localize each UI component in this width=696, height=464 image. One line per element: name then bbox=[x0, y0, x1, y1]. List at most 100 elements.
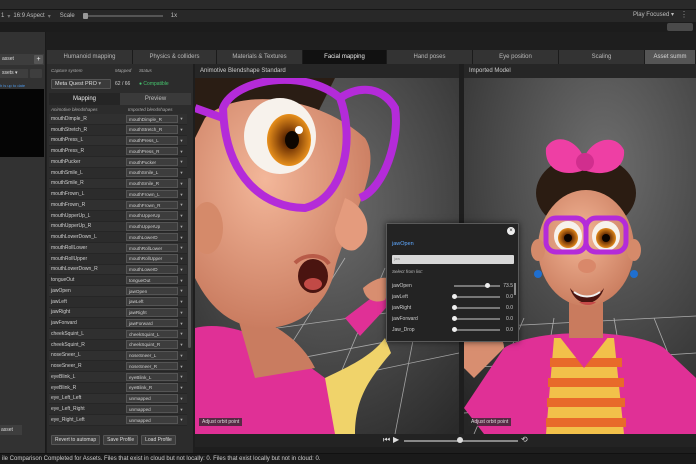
blendshape-select[interactable]: mouthPucker bbox=[126, 157, 178, 167]
chevron-down-icon[interactable]: ▼ bbox=[178, 331, 185, 336]
chevron-down-icon[interactable]: ▼ bbox=[178, 299, 185, 304]
blendshape-select[interactable]: mouthPress_L bbox=[126, 136, 178, 145]
blendshape-select[interactable]: jawOpen bbox=[126, 286, 178, 296]
close-icon[interactable]: × bbox=[507, 227, 515, 235]
chevron-down-icon[interactable]: ▼ bbox=[178, 288, 185, 293]
list-item[interactable]: jawLeft 0.0 bbox=[392, 291, 516, 302]
list-item[interactable]: jawForward 0.0 bbox=[392, 313, 516, 324]
chevron-down-icon[interactable]: ▼ bbox=[178, 364, 185, 369]
blendshape-select[interactable]: cheekSquint_R bbox=[126, 340, 178, 349]
blendshape-select[interactable]: mouthRollLower bbox=[126, 243, 178, 253]
tab-hand-poses[interactable]: Hand poses bbox=[387, 50, 473, 64]
play-icon[interactable]: ▶ bbox=[393, 435, 399, 444]
left-orbit-note[interactable]: Adjust orbit point bbox=[199, 418, 243, 426]
chevron-down-icon[interactable]: ▼ bbox=[178, 170, 185, 175]
chevron-down-icon[interactable]: ▼ bbox=[178, 417, 185, 422]
blendshape-select[interactable]: jawLeft bbox=[126, 297, 178, 306]
weight-slider[interactable] bbox=[451, 304, 500, 310]
tab-asset-summary[interactable]: Asset summ bbox=[645, 50, 696, 64]
loop-icon[interactable]: ⟲ bbox=[521, 435, 528, 444]
more-icon[interactable]: ⋮ bbox=[680, 10, 688, 19]
chevron-down-icon[interactable]: ▼ bbox=[178, 385, 185, 390]
chevron-down-icon[interactable]: ▼ bbox=[178, 192, 185, 197]
timeline-handle[interactable] bbox=[457, 437, 463, 443]
chevron-down-icon[interactable]: ▼ bbox=[178, 224, 185, 229]
display-select[interactable]: 1 bbox=[1, 13, 4, 19]
tab-scaling[interactable]: Scaling bbox=[559, 50, 645, 64]
assets-dropdown[interactable]: ssets ▾ bbox=[0, 69, 28, 78]
dialog-scrollbar[interactable] bbox=[514, 283, 516, 295]
chevron-down-icon[interactable]: ▼ bbox=[178, 202, 185, 207]
blendshape-select[interactable]: unmapped bbox=[126, 415, 178, 425]
weight-slider[interactable] bbox=[454, 282, 500, 288]
capture-system-select[interactable]: Meta Quest PRO ▾ bbox=[51, 79, 111, 89]
blendshape-select[interactable]: mouthDimple_R bbox=[126, 114, 178, 124]
blendshape-select[interactable]: eyeBlink_R bbox=[126, 383, 178, 392]
blendshape-select[interactable]: mouthFrown_L bbox=[126, 189, 178, 199]
blendshape-select[interactable]: jawForward bbox=[126, 318, 178, 328]
bottom-asset-button[interactable]: asset bbox=[0, 425, 22, 435]
chevron-down-icon[interactable]: ▼ bbox=[178, 342, 185, 347]
blendshape-select[interactable]: mouthPress_R bbox=[126, 146, 178, 156]
blendshape-select[interactable]: noseSneer_R bbox=[126, 361, 178, 371]
tab-eye-position[interactable]: Eye position bbox=[473, 50, 559, 64]
weight-slider[interactable] bbox=[451, 293, 500, 299]
settings-badge[interactable] bbox=[667, 23, 693, 31]
list-scrollbar[interactable] bbox=[188, 178, 191, 348]
tab-preview[interactable]: Preview bbox=[120, 93, 191, 105]
chevron-down-icon[interactable]: ▼ bbox=[178, 353, 185, 358]
chevron-down-icon[interactable]: ▼ bbox=[178, 407, 185, 412]
blendshape-select[interactable]: mouthLowerD bbox=[126, 265, 178, 274]
load-profile-button[interactable]: Load Profile bbox=[141, 435, 176, 445]
blendshape-search-input[interactable]: jaw bbox=[392, 255, 514, 264]
weight-slider[interactable] bbox=[451, 315, 500, 321]
chevron-down-icon[interactable]: ▼ bbox=[178, 267, 185, 272]
tab-materials-textures[interactable]: Materials & Textures bbox=[217, 50, 303, 64]
list-item[interactable]: jawOpen 73.5 bbox=[392, 280, 516, 291]
chevron-down-icon[interactable]: ▼ bbox=[178, 149, 185, 154]
blendshape-select[interactable]: mouthRollUpper bbox=[126, 254, 178, 263]
play-focused-select[interactable]: Play Focused ▾ bbox=[633, 11, 674, 18]
blendshape-select[interactable]: mouthLowerD bbox=[126, 232, 178, 242]
blendshape-select[interactable]: mouthFrown_R bbox=[126, 200, 178, 210]
chevron-down-icon[interactable]: ▼ bbox=[178, 159, 185, 164]
chevron-down-icon[interactable]: ▼ bbox=[178, 116, 185, 121]
slider-handle[interactable] bbox=[485, 282, 491, 288]
chevron-down-icon[interactable]: ▼ bbox=[178, 256, 185, 261]
aspect-select[interactable]: 16:9 Aspect bbox=[13, 13, 44, 19]
blendshape-select[interactable]: mouthUpperUp bbox=[126, 211, 178, 220]
slider-handle[interactable] bbox=[451, 315, 457, 321]
blendshape-select[interactable]: mouthSmile_R bbox=[126, 179, 178, 188]
blendshape-select[interactable]: tongueOut bbox=[126, 275, 178, 285]
save-profile-button[interactable]: Save Profile bbox=[103, 435, 139, 445]
slider-handle[interactable] bbox=[451, 304, 457, 310]
chevron-down-icon[interactable]: ▼ bbox=[178, 321, 185, 326]
chevron-down-icon[interactable]: ▼ bbox=[178, 181, 185, 186]
chevron-down-icon[interactable]: ▼ bbox=[178, 310, 185, 315]
blendshape-select[interactable]: noseSneer_L bbox=[126, 351, 178, 360]
slider-handle[interactable] bbox=[451, 293, 457, 299]
right-orbit-note[interactable]: Adjust orbit point bbox=[468, 418, 512, 426]
chevron-down-icon[interactable]: ▼ bbox=[178, 235, 185, 240]
blendshape-select[interactable]: mouthUpperUp bbox=[126, 222, 178, 231]
revert-automap-button[interactable]: Revert to automap bbox=[51, 435, 101, 445]
chevron-down-icon[interactable]: ▼ bbox=[178, 138, 185, 143]
asset-thumbnail[interactable] bbox=[0, 89, 44, 157]
chevron-down-icon[interactable]: ▼ bbox=[178, 127, 185, 132]
plus-icon[interactable]: + bbox=[34, 55, 43, 64]
slider-handle[interactable] bbox=[451, 326, 457, 332]
list-item[interactable]: Jaw_Drop 0.0 bbox=[392, 324, 516, 335]
tab-mapping[interactable]: Mapping bbox=[49, 93, 120, 105]
weight-slider[interactable] bbox=[451, 326, 500, 332]
scale-slider[interactable] bbox=[82, 13, 163, 19]
blendshape-select[interactable]: cheekSquint_L bbox=[126, 329, 178, 339]
chevron-down-icon[interactable]: ▼ bbox=[178, 396, 185, 401]
filter-dropdown[interactable] bbox=[30, 69, 42, 78]
chevron-down-icon[interactable]: ▼ bbox=[178, 278, 185, 283]
blendshape-select[interactable]: unmapped bbox=[126, 404, 178, 414]
skip-back-icon[interactable]: ⏮ bbox=[383, 435, 390, 445]
blendshape-select[interactable]: mouthSmile_L bbox=[126, 168, 178, 177]
blendshape-select[interactable]: mouthStretch_R bbox=[126, 125, 178, 134]
sync-status-link[interactable]: h is up to date bbox=[0, 83, 25, 88]
list-item[interactable]: jawRight 0.0 bbox=[392, 302, 516, 313]
